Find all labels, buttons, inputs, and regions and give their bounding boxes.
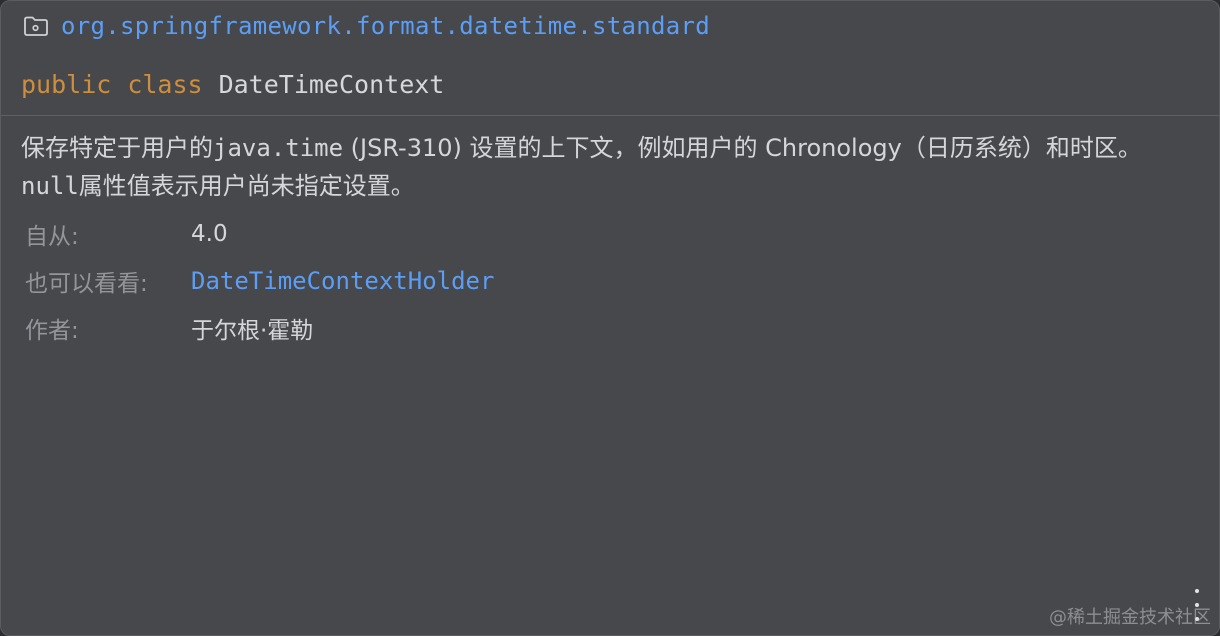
divider (1, 115, 1219, 116)
author-value: 于尔根·霍勒 (191, 318, 314, 344)
description-text: 保存特定于用户的 (21, 134, 213, 162)
class-declaration: public class DateTimeContext (21, 65, 444, 103)
class-name: DateTimeContext (218, 69, 445, 99)
package-folder-icon (23, 15, 49, 37)
author-row: 作者: 于尔根·霍勒 (25, 308, 313, 348)
see-also-link[interactable]: DateTimeContextHolder (191, 267, 494, 295)
see-also-label: 也可以看看: (25, 271, 148, 297)
package-link[interactable]: org.springframework.format.datetime.stan… (61, 12, 710, 40)
description-text: (JSR-310) 设置的上下文，例如用户的 Chronology（日历系统）和… (343, 134, 1142, 162)
modifier-keyword: public (21, 69, 112, 99)
since-row: 自从: 4.0 (25, 214, 228, 254)
since-label: 自从: (25, 224, 79, 250)
class-keyword: class (127, 69, 203, 99)
watermark: @稀土掘金技术社区 (1049, 607, 1211, 628)
description-code: java.time (213, 134, 344, 162)
see-also-row: 也可以看看: DateTimeContextHolder (25, 261, 494, 301)
documentation-popup: org.springframework.format.datetime.stan… (0, 0, 1220, 636)
description-text: 属性值表示用户尚未指定设置。 (78, 172, 415, 200)
since-value: 4.0 (191, 221, 228, 247)
package-row: org.springframework.format.datetime.stan… (23, 9, 710, 43)
description-code: null (21, 172, 79, 200)
class-description: 保存特定于用户的java.time (JSR-310) 设置的上下文，例如用户的… (21, 129, 1191, 205)
author-label: 作者: (25, 318, 79, 344)
